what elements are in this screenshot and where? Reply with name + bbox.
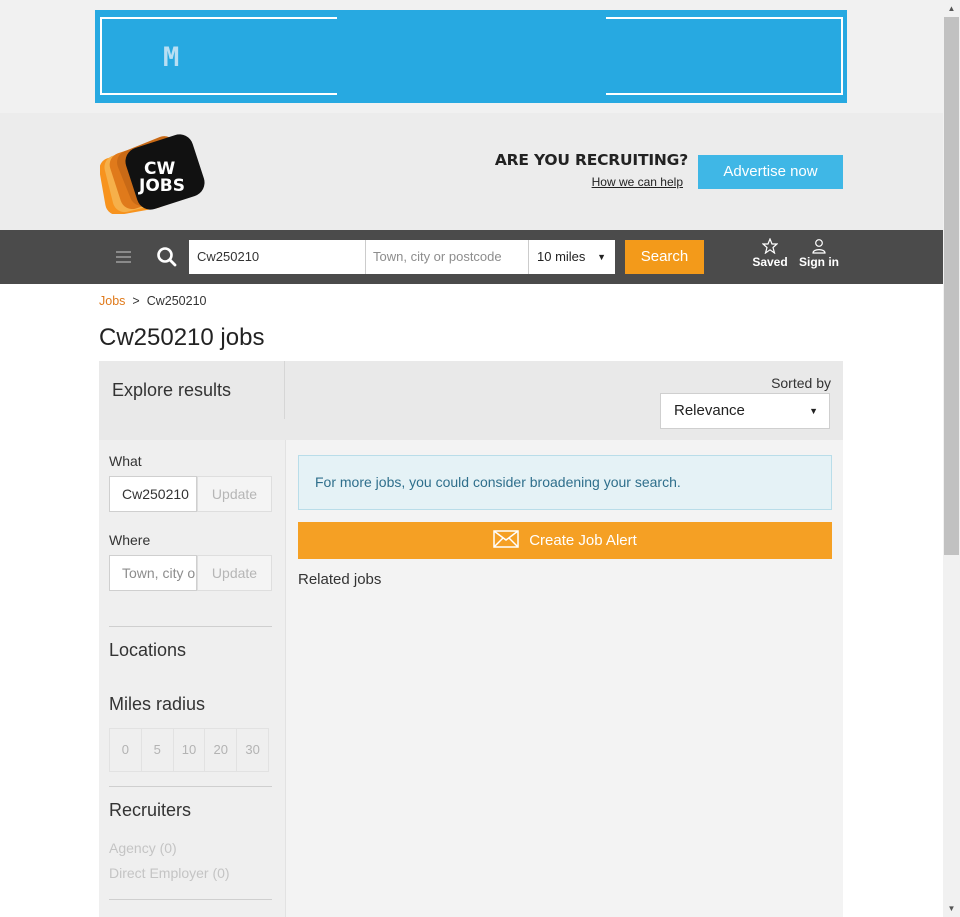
site-header: CW JOBS ARE YOU RECRUITING? How we can h… — [0, 113, 943, 230]
scroll-up-icon[interactable]: ▲ — [943, 0, 960, 17]
star-icon — [762, 238, 778, 254]
ad-frame-left — [100, 17, 337, 95]
saved-jobs-link[interactable]: Saved — [748, 238, 792, 269]
breadcrumb: Jobs > Cw250210 — [99, 294, 206, 308]
where-filter-input[interactable]: Town, city or postcode — [109, 555, 197, 591]
ad-logo: M — [163, 42, 180, 73]
menu-icon[interactable] — [116, 251, 131, 263]
sort-select[interactable]: Relevance ▼ — [660, 393, 830, 429]
broaden-search-notice: For more jobs, you could consider broade… — [298, 455, 832, 510]
advertise-now-button[interactable]: Advertise now — [698, 155, 843, 189]
keyword-input[interactable]: Cw250210 — [189, 240, 366, 274]
sorted-by-label: Sorted by — [771, 375, 831, 391]
radius-option-20[interactable]: 20 — [205, 729, 238, 771]
breadcrumb-current: Cw250210 — [146, 294, 207, 308]
sign-in-label: Sign in — [799, 255, 839, 269]
sidebar-divider — [109, 626, 272, 627]
caret-down-icon: ▼ — [597, 252, 606, 262]
ad-banner[interactable]: M — [95, 10, 847, 103]
scrollbar-thumb[interactable] — [944, 17, 959, 555]
explore-results-title: Explore results — [112, 380, 232, 400]
sort-select-value: Relevance — [674, 402, 745, 419]
envelope-icon — [493, 530, 519, 548]
filter-sidebar: What Cw250210 Update Where Town, city or… — [99, 440, 285, 917]
sign-in-link[interactable]: Sign in — [796, 238, 842, 269]
saved-label: Saved — [752, 255, 788, 269]
related-jobs-heading: Related jobs — [298, 571, 382, 588]
cwjobs-logo[interactable]: CW JOBS — [99, 132, 210, 216]
ad-region: M — [0, 0, 943, 113]
breadcrumb-separator: > — [132, 294, 140, 308]
radius-option-30[interactable]: 30 — [237, 729, 268, 771]
recruiter-agency[interactable]: Agency (0) — [109, 840, 177, 856]
where-label: Where — [109, 532, 151, 548]
page-title: Cw250210 jobs — [99, 324, 265, 351]
header-divider — [284, 361, 285, 419]
logo-text-bottom: JOBS — [138, 176, 185, 196]
miles-radius-heading: Miles radius — [109, 694, 206, 714]
search-button[interactable]: Search — [625, 240, 704, 274]
sidebar-divider — [109, 786, 272, 787]
distance-select[interactable]: 10 miles ▼ — [529, 240, 615, 274]
breadcrumb-jobs-link[interactable]: Jobs — [99, 294, 125, 308]
radius-selector: 0 5 10 20 30 — [109, 728, 269, 772]
where-update-button[interactable]: Update — [197, 555, 272, 591]
results-header: Explore results Sorted by Relevance ▼ — [99, 361, 843, 440]
search-icon[interactable] — [156, 246, 178, 268]
locations-heading: Locations — [109, 640, 187, 660]
radius-option-0[interactable]: 0 — [110, 729, 142, 771]
radius-option-10[interactable]: 10 — [174, 729, 206, 771]
results-main: For more jobs, you could consider broade… — [285, 440, 843, 917]
what-filter-input[interactable]: Cw250210 — [109, 476, 197, 512]
how-we-can-help-link[interactable]: How we can help — [540, 175, 683, 189]
sidebar-divider — [109, 899, 272, 900]
radius-option-5[interactable]: 5 — [142, 729, 174, 771]
scroll-down-icon[interactable]: ▼ — [943, 900, 960, 917]
caret-down-icon: ▼ — [809, 406, 818, 416]
recruiters-heading: Recruiters — [109, 800, 192, 820]
what-label: What — [109, 453, 142, 469]
search-navbar: Cw250210 Town, city or postcode 10 miles… — [0, 230, 943, 284]
what-update-button[interactable]: Update — [197, 476, 272, 512]
user-icon — [812, 239, 826, 254]
recruiting-heading: ARE YOU RECRUITING? — [494, 151, 688, 169]
create-job-alert-label: Create Job Alert — [529, 532, 637, 549]
location-input[interactable]: Town, city or postcode — [366, 240, 529, 274]
recruiter-direct-employer[interactable]: Direct Employer (0) — [109, 865, 230, 881]
ad-frame-right — [606, 17, 843, 95]
distance-select-value: 10 miles — [537, 249, 586, 264]
create-job-alert-button[interactable]: Create Job Alert — [298, 522, 832, 559]
